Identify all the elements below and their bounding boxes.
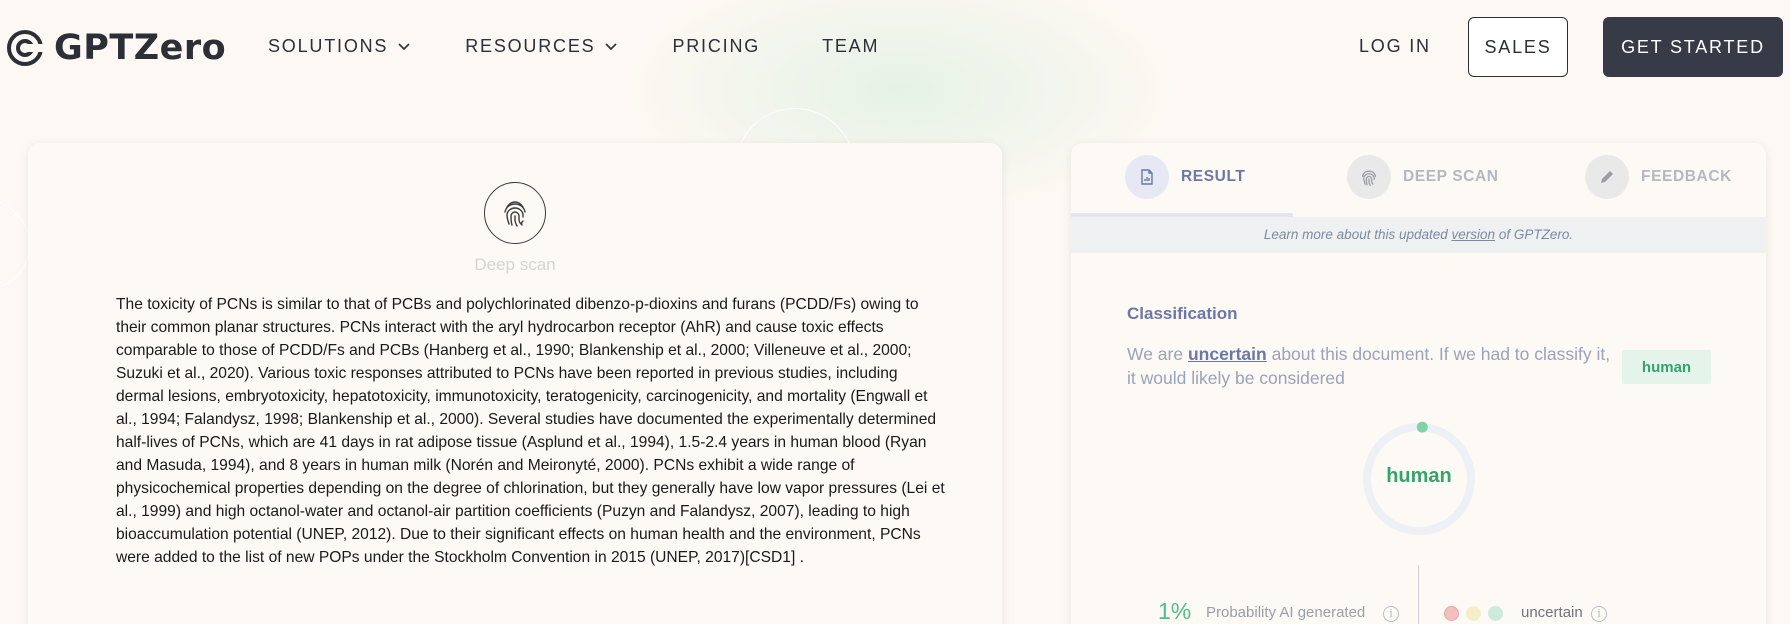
info-text: Learn more about this updated (1263, 227, 1452, 242)
main-nav: SOLUTIONS RESOURCES PRICING TEAM (268, 36, 879, 57)
deep-scan-label: Deep scan (474, 255, 556, 274)
divider (1418, 565, 1419, 624)
document-text: The toxicity of PCNs is similar to that … (116, 296, 945, 566)
nav-solutions[interactable]: SOLUTIONS (268, 36, 410, 57)
gptzero-logo-icon (7, 30, 44, 66)
classification-title: Classification (1127, 304, 1238, 323)
document-icon (1141, 169, 1153, 185)
gauge-indicator (1416, 421, 1428, 433)
nav-resources[interactable]: RESOURCES (465, 36, 618, 57)
ai-probability-value: 1% (1158, 598, 1192, 624)
nav-label: SOLUTIONS (268, 36, 389, 56)
confidence-dot-yellow (1466, 606, 1481, 621)
tab-label: FEEDBACK (1641, 168, 1732, 185)
gauge-label: human (1386, 465, 1452, 487)
fingerprint-icon (504, 201, 526, 227)
nav-pricing[interactable]: PRICING (672, 36, 760, 57)
results-panel: RESULT DEEP SCAN FEEDBACK Learn more abo… (1071, 143, 1766, 624)
nav-label: TEAM (822, 36, 880, 56)
info-text: of GPTZero. (1495, 227, 1574, 242)
login-link[interactable]: LOG IN (1359, 36, 1431, 57)
tab-feedback[interactable]: FEEDBACK (1585, 155, 1732, 199)
version-link[interactable]: version (1452, 227, 1496, 242)
top-navbar: GPTZero SOLUTIONS RESOURCES PRICING TEAM… (0, 0, 1790, 94)
fingerprint-icon (1361, 170, 1377, 187)
brand-name: GPTZero (54, 28, 227, 68)
classification-pre: We are (1127, 344, 1188, 364)
document-icon-wrap (1125, 155, 1169, 199)
info-icon[interactable]: i (1383, 606, 1399, 622)
sales-button[interactable]: SALES (1468, 17, 1568, 77)
tab-deep-scan[interactable]: DEEP SCAN (1347, 155, 1499, 199)
result-tabs: RESULT DEEP SCAN FEEDBACK (1071, 143, 1766, 217)
tab-label: DEEP SCAN (1403, 168, 1499, 185)
classification-badge: human (1622, 350, 1711, 384)
pencil-icon (1601, 171, 1613, 183)
confidence-label: uncertain (1521, 604, 1583, 621)
chevron-down-icon (398, 42, 410, 50)
get-started-button[interactable]: GET STARTED (1603, 17, 1783, 77)
classification-text: We are uncertain about this document. If… (1127, 342, 1617, 390)
chevron-down-icon (605, 42, 618, 50)
background-ring (0, 200, 30, 290)
ai-probability-label: Probability AI generated (1206, 604, 1366, 621)
nav-label: RESOURCES (465, 36, 596, 56)
pencil-icon-wrap (1585, 155, 1629, 199)
nav-label: PRICING (672, 36, 761, 56)
tab-label: RESULT (1181, 168, 1246, 185)
tab-result[interactable]: RESULT (1125, 155, 1245, 199)
deep-scan-button[interactable] (484, 182, 546, 244)
document-panel: Deep scan The toxicity of PCNs is simila… (28, 143, 1002, 624)
version-info-bar: Learn more about this updated version of… (1071, 217, 1766, 253)
info-icon[interactable]: i (1591, 606, 1607, 622)
confidence-dot-red (1444, 606, 1459, 621)
confidence-dot-green (1488, 606, 1503, 621)
nav-team[interactable]: TEAM (822, 36, 879, 57)
classification-strong: uncertain (1187, 344, 1267, 364)
fingerprint-icon-wrap (1347, 155, 1391, 199)
logo[interactable]: GPTZero (6, 28, 226, 68)
probability-row: 1% Probability AI generated i uncertain … (1071, 563, 1766, 624)
